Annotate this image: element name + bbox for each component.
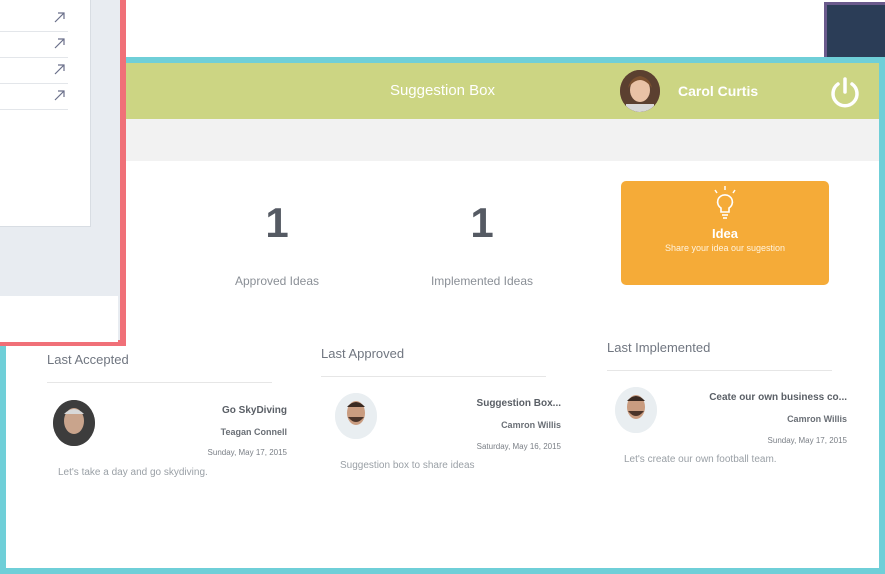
item-description: Suggestion box to share ideas (340, 460, 475, 471)
last-approved-section: Last Approved Suggestion Box... Camron W… (321, 346, 561, 506)
divider (47, 382, 272, 383)
idea-card-description: Share your idea our sugestion (664, 243, 786, 253)
arrow-up-right-icon[interactable] (54, 62, 66, 75)
section-title: Last Accepted (47, 352, 129, 367)
implemented-label: Implemented Ideas (430, 274, 534, 288)
user-name[interactable]: Carol Curtis (678, 63, 758, 119)
arrow-up-right-icon[interactable] (54, 88, 66, 101)
avatar (335, 393, 377, 439)
item-description: Let's create our own football team. (624, 454, 777, 465)
item-date: Sunday, May 17, 2015 (207, 448, 287, 457)
divider (321, 376, 546, 377)
suggestion-box-window: Suggestion Box Carol Curtis as 1 Approve… (0, 57, 885, 574)
implemented-count: 1 (470, 199, 494, 246)
item-date: Sunday, May 17, 2015 (767, 436, 847, 445)
item-author: Teagan Connell (220, 427, 287, 437)
avatar (615, 387, 657, 433)
avatar (53, 400, 95, 446)
approved-label: Approved Ideas (234, 274, 320, 288)
divider (607, 370, 832, 371)
item-title[interactable]: Go SkyDiving (222, 405, 287, 416)
item-title[interactable]: Ceate our own business co... (709, 392, 847, 403)
user-avatar[interactable] (620, 70, 660, 112)
item-author: Camron Willis (501, 420, 561, 430)
new-idea-button[interactable]: Idea Share your idea our sugestion (621, 181, 829, 285)
item-description: Let's take a day and go skydiving. (58, 467, 208, 478)
list-row[interactable] (0, 32, 68, 58)
idea-card-title: Idea (711, 226, 738, 241)
last-implemented-section: Last Implemented Ceate our own business … (607, 340, 847, 500)
sub-toolbar (6, 119, 879, 161)
power-icon[interactable] (828, 76, 862, 110)
top-bar: Suggestion Box Carol Curtis (6, 63, 879, 119)
overlay-window (0, 0, 126, 346)
list-row[interactable] (0, 58, 68, 84)
item-author: Camron Willis (787, 414, 847, 424)
item-title[interactable]: Suggestion Box... (477, 398, 561, 409)
overlay-list-panel (0, 0, 91, 227)
item-date: Saturday, May 16, 2015 (476, 442, 561, 451)
section-title: Last Approved (321, 346, 405, 361)
section-title: Last Implemented (607, 340, 711, 355)
last-accepted-section: Last Accepted Go SkyDiving Teagan Connel… (47, 352, 287, 512)
list-row[interactable] (0, 6, 68, 32)
lightbulb-icon (709, 185, 741, 221)
approved-count: 1 (265, 199, 289, 246)
arrow-up-right-icon[interactable] (54, 36, 66, 49)
overlay-footer (0, 296, 118, 342)
arrow-up-right-icon[interactable] (54, 10, 66, 23)
list-row[interactable] (0, 84, 68, 110)
